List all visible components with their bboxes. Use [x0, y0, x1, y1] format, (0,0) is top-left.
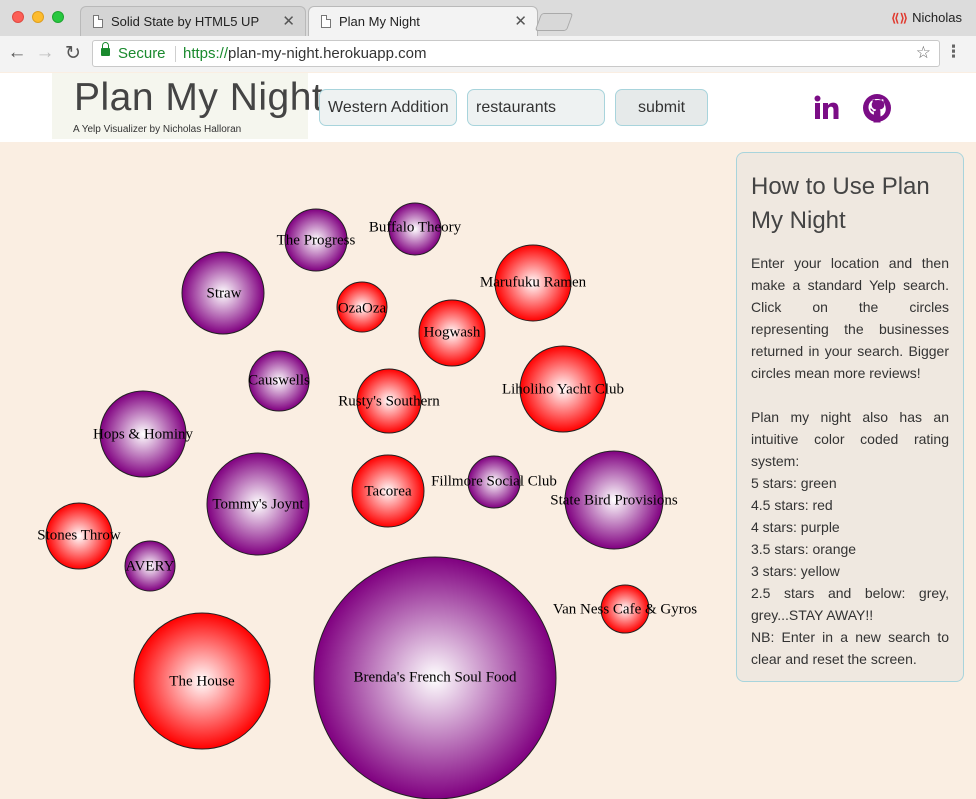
panel-title: How to Use Plan My Night — [751, 173, 930, 234]
business-label: Straw — [207, 285, 242, 301]
business-label: Buffalo Theory — [369, 219, 462, 235]
business-label: State Bird Provisions — [550, 492, 678, 508]
maximize-window-button[interactable] — [52, 11, 64, 23]
tab-title: Plan My Night — [339, 14, 420, 29]
business-label: Rusty's Southern — [338, 393, 440, 409]
rating-legend-item: 5 stars: green — [751, 475, 837, 491]
url-scheme: https:// — [183, 45, 229, 62]
panel-intro: Enter your location and then make a stan… — [751, 255, 949, 381]
profile-button[interactable]: ⟪⟫ Nicholas — [891, 10, 962, 25]
business-label: Brenda's French Soul Food — [353, 669, 517, 685]
address-bar[interactable]: Secure https://plan-my-night.herokuapp.c… — [92, 40, 940, 67]
business-label: Tacorea — [364, 483, 412, 499]
document-icon — [93, 15, 103, 28]
profile-icon: ⟪⟫ — [890, 11, 909, 25]
minimize-window-button[interactable] — [32, 11, 44, 23]
forward-icon[interactable]: → — [34, 42, 56, 64]
back-icon[interactable]: ← — [6, 42, 28, 64]
business-label: The House — [169, 673, 235, 689]
rating-intro: Plan my night also has an intuitive colo… — [751, 409, 949, 469]
profile-name: Nicholas — [912, 10, 962, 25]
reload-icon[interactable]: ↻ — [62, 42, 84, 65]
submit-button[interactable]: submit — [615, 89, 708, 126]
close-tab-icon[interactable]: ✕ — [514, 12, 527, 30]
business-label: Tommy's Joynt — [212, 496, 304, 512]
business-label: Marufuku Ramen — [480, 274, 587, 290]
business-label: Hops & Hominy — [93, 426, 194, 442]
location-input[interactable] — [319, 89, 457, 126]
rating-legend-item: 4.5 stars: red — [751, 497, 833, 513]
tab-plan-my-night[interactable]: Plan My Night ✕ — [308, 6, 538, 37]
rating-legend: 5 stars: green 4.5 stars: red 4 stars: p… — [751, 472, 949, 626]
business-label: Van Ness Cafe & Gyros — [553, 601, 697, 617]
document-icon — [321, 15, 331, 28]
logo-title: Plan My Night — [74, 76, 324, 119]
business-label: Fillmore Social Club — [431, 473, 557, 489]
rating-legend-item: 2.5 stars and below: grey, grey...STAY A… — [751, 585, 949, 623]
logo-subtitle: A Yelp Visualizer by Nicholas Halloran — [73, 124, 242, 135]
separator — [175, 46, 176, 62]
github-icon[interactable] — [862, 93, 892, 123]
new-tab-button[interactable] — [534, 13, 574, 31]
tab-strip: Solid State by HTML5 UP ✕ Plan My Night … — [0, 0, 976, 37]
linkedin-icon[interactable] — [812, 93, 842, 123]
browser-chrome: Solid State by HTML5 UP ✕ Plan My Night … — [0, 0, 976, 72]
url-text: https://plan-my-night.herokuapp.com — [183, 45, 426, 62]
business-bubble-chart: Buffalo Theory The Progress Marufuku Ramen… — [37, 202, 697, 799]
bookmark-star-icon[interactable]: ☆ — [916, 43, 931, 63]
tab-solid-state[interactable]: Solid State by HTML5 UP ✕ — [80, 6, 306, 36]
url-host: plan-my-night.herokuapp.com — [228, 45, 427, 62]
browser-toolbar: ← → ↻ Secure https://plan-my-night.herok… — [0, 36, 976, 72]
business-label: OzaOza — [338, 300, 387, 316]
business-label: Causwells — [248, 372, 310, 388]
logo[interactable]: Plan My Night A Yelp Visualizer by Nicho… — [52, 73, 323, 139]
site-header: Plan My Night A Yelp Visualizer by Nicho… — [0, 73, 976, 142]
lock-icon — [101, 42, 110, 56]
panel-note: NB: Enter in a new search to clear and r… — [751, 629, 949, 667]
search-input[interactable] — [467, 89, 605, 126]
rating-legend-item: 3 stars: yellow — [751, 563, 840, 579]
rating-legend-item: 3.5 stars: orange — [751, 541, 857, 557]
how-to-panel: How to Use Plan My Night Enter your loca… — [736, 152, 964, 682]
browser-menu-icon[interactable]: ⋮ — [945, 43, 962, 60]
business-label: Hogwash — [424, 324, 481, 340]
business-label: AVERY — [126, 558, 175, 574]
close-window-button[interactable] — [12, 11, 24, 23]
business-label: Stones Throw — [37, 527, 121, 543]
secure-label: Secure — [118, 45, 166, 62]
close-tab-icon[interactable]: ✕ — [282, 12, 295, 30]
tab-title: Solid State by HTML5 UP — [111, 14, 260, 29]
business-label: Liholiho Yacht Club — [502, 381, 624, 397]
business-label: The Progress — [277, 232, 356, 248]
rating-legend-item: 4 stars: purple — [751, 519, 840, 535]
